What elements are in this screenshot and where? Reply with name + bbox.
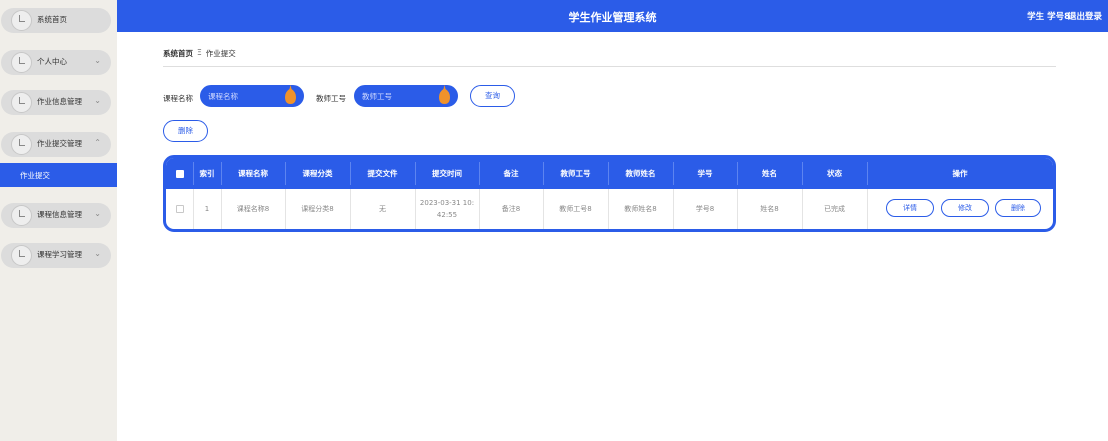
table-row: 1 课程名称8 课程分类8 无 2023-03-31 10: 42:55 备注8… [166,189,1053,229]
header-student-id: 学号 [697,169,713,178]
sidebar-item-label: 作业提交管理 [37,139,82,148]
header-file: 提交文件 [367,169,398,178]
sidebar-item-label: 个人中心 [37,57,67,66]
chevron-down-icon: ⌄ [94,209,101,218]
header-note: 备注 [503,169,519,178]
sidebar-item-label: 课程学习管理 [37,250,82,259]
header-teacher-name: 教师姓名 [625,169,656,178]
logout-link[interactable]: 退出登录 [1068,10,1102,22]
sidebar-item-profile[interactable]: 个人中心 ⌄ [1,50,111,75]
table-header: 索引 课程名称 课程分类 提交文件 提交时间 备注 教师工号 教师姓名 学号 姓… [166,158,1053,189]
chevron-up-icon: ⌃ [94,138,101,147]
header-time: 提交时间 [432,169,462,178]
row-checkbox[interactable] [166,189,193,229]
sidebar-item-label: 课程信息管理 [37,210,82,219]
row-delete-button[interactable]: 删除 [995,199,1041,217]
clock-icon [11,205,32,226]
cell-status: 已完成 [824,205,845,213]
header-actions: 操作 [952,169,968,178]
header-course-name: 课程名称 [238,169,268,178]
sidebar-item-label: 作业信息管理 [37,97,82,106]
query-button[interactable]: 查询 [470,85,515,107]
header-course-category: 课程分类 [302,169,333,178]
data-table: 索引 课程名称 课程分类 提交文件 提交时间 备注 教师工号 教师姓名 学号 姓… [163,155,1056,232]
sidebar-subitem-homework-submit[interactable]: 作业提交 [0,163,117,187]
cell-teacher-name: 教师姓名8 [624,205,657,213]
cell-course-name: 课程名称8 [236,205,270,213]
course-name-label: 课程名称 [163,94,193,103]
chevron-down-icon: ⌄ [94,96,101,105]
breadcrumb-divider [163,66,1056,67]
chevron-down-icon: ⌄ [94,56,101,65]
detail-button[interactable]: 详情 [886,199,934,217]
edit-button[interactable]: 修改 [941,199,989,217]
sidebar-item-course-info[interactable]: 课程信息管理 ⌄ [1,203,111,228]
clock-icon [11,92,32,113]
cell-file: 无 [379,205,386,213]
breadcrumb-separator: Ξ [197,48,202,57]
chevron-down-icon: ⌄ [94,249,101,258]
clock-icon [11,134,32,155]
sidebar-item-label: 系统首页 [37,15,67,24]
cell-time-date: 2023-03-31 10: [419,199,475,207]
pin-icon [285,85,296,104]
header-index: 索引 [199,169,215,178]
clock-icon [11,10,32,31]
header-name: 姓名 [762,169,777,178]
breadcrumb-home[interactable]: 系统首页 [163,48,193,59]
header-teacher-id: 教师工号 [560,169,591,178]
cell-time: 2023-03-31 10: 42:55 [415,189,479,229]
sidebar-item-homework-info[interactable]: 作业信息管理 ⌄ [1,90,111,115]
cell-index: 1 [204,205,210,213]
sidebar: 系统首页 个人中心 ⌄ 作业信息管理 ⌄ 作业提交管理 ⌃ 作业提交 课程信息管… [0,0,117,441]
cell-student-id: 学号8 [695,205,715,213]
sidebar-item-home[interactable]: 系统首页 [1,8,111,33]
delete-button[interactable]: 删除 [163,120,208,142]
sidebar-item-course-study[interactable]: 课程学习管理 ⌄ [1,243,111,268]
clock-icon [11,245,32,266]
teacher-id-label: 教师工号 [316,94,346,103]
cell-time-clock: 42:55 [436,211,458,219]
cell-teacher-id: 教师工号8 [559,205,592,213]
breadcrumb: 系统首页 Ξ 作业提交 [163,48,236,59]
breadcrumb-current: 作业提交 [205,49,236,58]
top-bar: 学生作业管理系统 学生 学号8 退出登录 [117,0,1108,32]
user-info: 学生 学号8 [1027,12,1070,22]
header-status: 状态 [827,169,842,178]
app-title: 学生作业管理系统 [568,11,657,24]
sidebar-item-homework-submit[interactable]: 作业提交管理 ⌃ [1,132,111,157]
select-all-checkbox[interactable] [166,158,193,189]
cell-note: 备注8 [501,205,521,213]
clock-icon [11,52,32,73]
cell-name: 姓名8 [760,205,779,213]
pin-icon [439,85,450,104]
cell-course-category: 课程分类8 [301,205,334,213]
